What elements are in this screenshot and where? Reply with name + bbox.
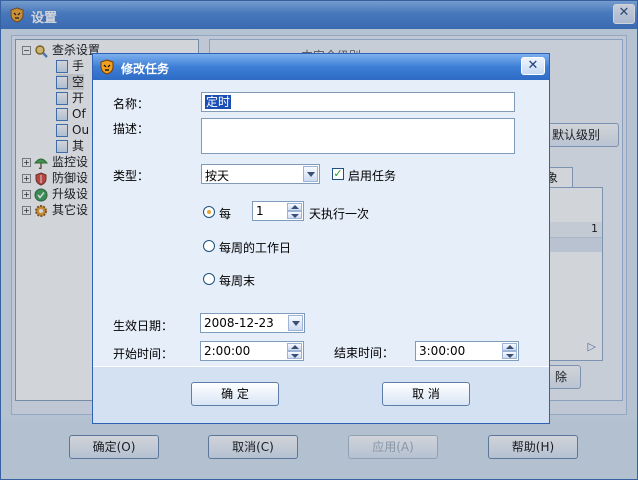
radio-selected-dot (207, 210, 211, 214)
type-label: 类型： (113, 169, 150, 183)
type-select-value: 按天 (205, 169, 230, 183)
enable-task-checkbox[interactable]: ✓ (332, 168, 344, 180)
end-time-label: 结束时间： (334, 346, 395, 360)
weekend-radio[interactable] (203, 273, 215, 285)
name-label: 名称： (113, 97, 150, 111)
name-input-value: 定时 (205, 95, 232, 109)
decrement-button[interactable] (287, 211, 302, 219)
description-input[interactable] (201, 118, 515, 154)
end-time-stepper[interactable]: 3:00:00 (415, 341, 519, 361)
tiger-shield-icon (99, 59, 115, 78)
decrement-button[interactable] (287, 351, 302, 359)
chevron-down-icon (292, 321, 300, 326)
weekend-label: 每周末 (219, 274, 256, 288)
effective-date-picker[interactable]: 2008-12-23 (200, 313, 305, 333)
dropdown-arrow-button[interactable] (303, 166, 318, 182)
chevron-up-icon (291, 345, 299, 349)
dialog-footer (93, 366, 549, 423)
description-label: 描述： (113, 122, 150, 136)
edit-task-dialog: 修改任务 ✕ 名称： 定时 描述： 类型： 按天 ✓ 启用任务 每 1 天执行一… (92, 53, 550, 424)
chevron-up-icon (291, 205, 299, 209)
effective-date-value: 2008-12-23 (204, 316, 274, 330)
chevron-down-icon (291, 214, 299, 218)
dropdown-arrow-button[interactable] (288, 315, 303, 331)
chevron-down-icon (506, 354, 514, 358)
increment-button[interactable] (287, 343, 302, 351)
increment-button[interactable] (287, 203, 302, 211)
every-suffix-label: 天执行一次 (309, 207, 370, 221)
weekdays-label: 每周的工作日 (219, 241, 292, 255)
start-time-stepper[interactable]: 2:00:00 (200, 341, 304, 361)
type-select[interactable]: 按天 (201, 164, 320, 184)
chevron-down-icon (307, 172, 315, 177)
days-interval-value: 1 (256, 204, 264, 218)
effective-date-label: 生效日期： (113, 319, 174, 333)
dialog-ok-button[interactable]: 确 定 (191, 382, 279, 406)
start-time-value: 2:00:00 (204, 344, 251, 358)
start-time-label: 开始时间： (113, 347, 174, 361)
chevron-up-icon (506, 345, 514, 349)
every-n-days-radio[interactable] (203, 206, 215, 218)
every-label: 每 (219, 207, 232, 221)
close-icon: ✕ (527, 58, 539, 73)
decrement-button[interactable] (502, 351, 517, 359)
days-interval-stepper[interactable]: 1 (252, 201, 304, 221)
weekdays-radio[interactable] (203, 240, 215, 252)
end-time-value: 3:00:00 (419, 344, 466, 358)
dialog-titlebar[interactable]: 修改任务 ✕ (93, 54, 549, 80)
dialog-close-button[interactable]: ✕ (521, 57, 545, 75)
chevron-down-icon (291, 354, 299, 358)
increment-button[interactable] (502, 343, 517, 351)
dialog-title: 修改任务 (121, 62, 170, 76)
name-input[interactable]: 定时 (201, 92, 515, 112)
dialog-cancel-button[interactable]: 取 消 (382, 382, 470, 406)
enable-task-label: 启用任务 (348, 169, 397, 183)
